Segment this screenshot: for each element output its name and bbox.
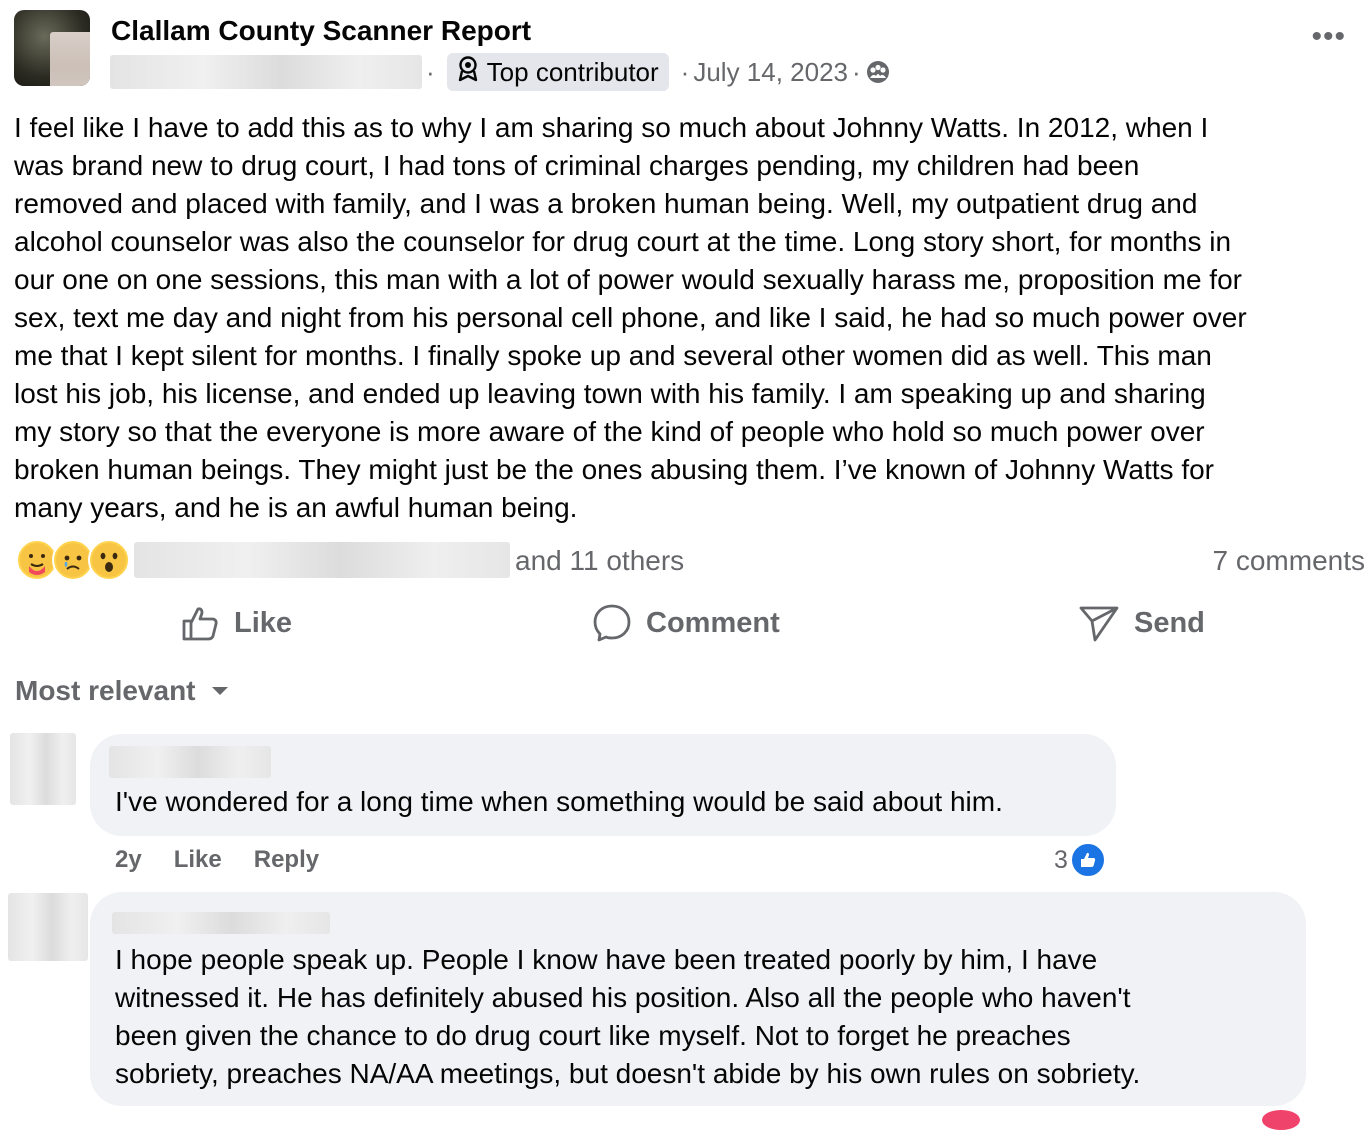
wow-emoji-icon [88, 539, 130, 581]
commenter-name-blurred[interactable] [112, 912, 330, 934]
like-button[interactable]: Like [180, 600, 292, 646]
badge-icon [457, 55, 479, 89]
like-label: Like [234, 606, 293, 639]
comment-like-link[interactable]: Like [174, 846, 222, 874]
meta-separator: · [426, 56, 435, 87]
commenter-avatar-blurred[interactable] [10, 733, 76, 805]
group-privacy-icon[interactable] [865, 59, 891, 85]
post-meta: · Top contributor · July 14, 2023 · [110, 52, 891, 92]
more-options-icon[interactable]: ••• [1311, 22, 1346, 52]
commenter-name-blurred[interactable] [109, 746, 271, 778]
reactions-others[interactable]: and 11 others [515, 542, 684, 580]
comment-sort-dropdown[interactable]: Most relevant [15, 672, 230, 710]
group-avatar[interactable] [14, 10, 90, 86]
comment-text: I hope people speak up. People I know ha… [115, 944, 1141, 1089]
meta-separator: · [680, 56, 690, 87]
reactor-names-blurred[interactable] [134, 542, 510, 578]
like-reaction-icon [1069, 842, 1106, 878]
comment-text: I've wondered for a long time when somet… [115, 786, 1003, 817]
post-text: I feel like I have to add this as to why… [14, 112, 1247, 523]
comment-label: Comment [646, 606, 780, 639]
like-count-number: 3 [1054, 845, 1068, 874]
comment-reply-link[interactable]: Reply [254, 846, 319, 874]
caret-down-icon [210, 684, 230, 698]
comment-age[interactable]: 2y [115, 846, 142, 874]
group-name[interactable]: Clallam County Scanner Report [111, 14, 531, 48]
send-label: Send [1134, 606, 1205, 639]
comment-button[interactable]: Comment [592, 600, 780, 646]
send-icon [1078, 603, 1120, 643]
comments-count[interactable]: 7 comments [1213, 542, 1366, 580]
comment-actions: 2y Like Reply [115, 844, 319, 876]
badge-label: Top contributor [486, 56, 659, 87]
comment-bubble-icon [592, 603, 632, 643]
profile-avatar-blurred[interactable] [50, 32, 90, 86]
sort-label: Most relevant [15, 675, 196, 706]
commenter-avatar-blurred[interactable] [8, 893, 88, 961]
top-contributor-badge[interactable]: Top contributor [446, 53, 669, 91]
thumbs-up-icon [180, 603, 220, 643]
send-button[interactable]: Send [1078, 600, 1205, 646]
author-name-blurred[interactable] [110, 55, 422, 89]
meta-separator: · [852, 56, 861, 87]
comment-like-count[interactable]: 3 [1054, 842, 1106, 878]
reaction-icons[interactable] [16, 539, 130, 581]
post-date[interactable]: July 14, 2023 [693, 57, 848, 88]
reaction-indicator [1262, 1110, 1300, 1130]
